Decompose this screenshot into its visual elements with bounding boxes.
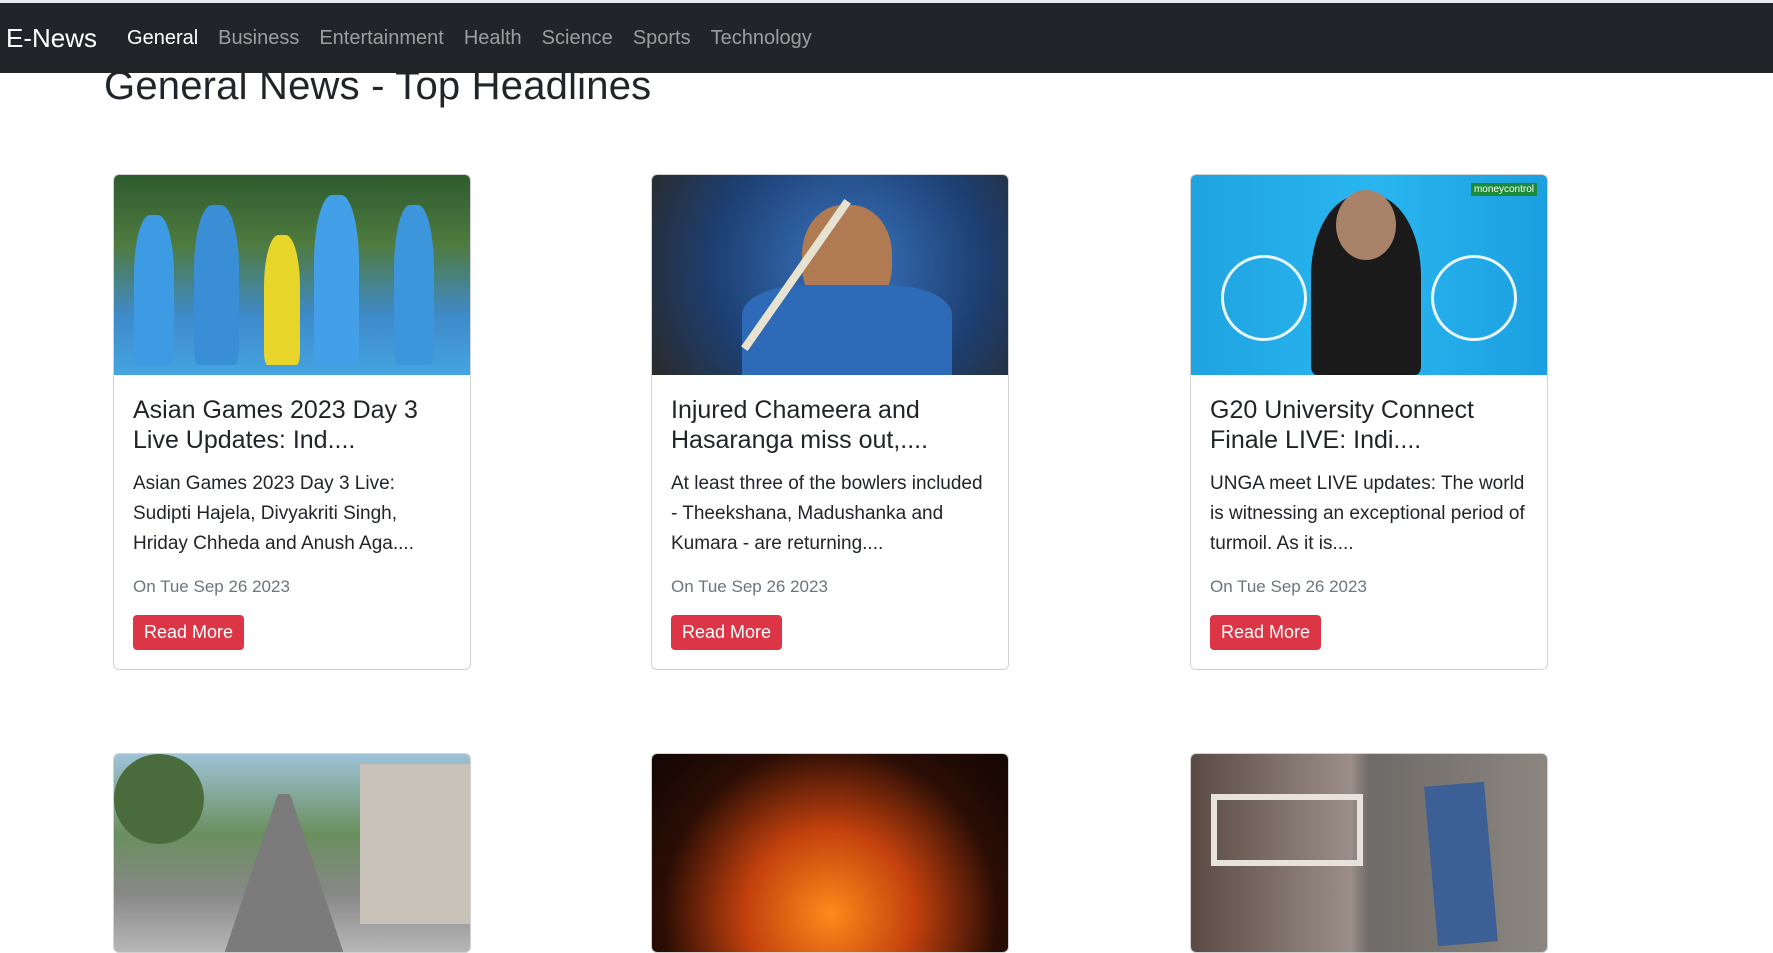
watermark-label: moneycontrol	[1470, 183, 1537, 196]
news-card-date: On Tue Sep 26 2023	[1210, 577, 1367, 596]
nav-link-technology[interactable]: Technology	[711, 27, 812, 50]
brand-logo[interactable]: E-News	[6, 23, 97, 54]
news-card-description: UNGA meet LIVE updates: The world is wit…	[1210, 473, 1525, 554]
nav-link-sports[interactable]: Sports	[633, 27, 691, 50]
news-card: moneycontrol G20 University Connect Fina…	[1190, 174, 1548, 670]
news-card-image[interactable]	[114, 754, 470, 952]
read-more-button[interactable]: Read More	[133, 615, 245, 650]
nav-link-science[interactable]: Science	[542, 27, 613, 50]
news-card-date: On Tue Sep 26 2023	[133, 577, 290, 596]
news-card-body: Asian Games 2023 Day 3 Live Updates: Ind…	[114, 375, 470, 669]
news-card-image[interactable]	[652, 175, 1008, 375]
news-card-title: G20 University Connect Finale LIVE: Indi…	[1210, 396, 1475, 454]
read-more-button[interactable]: Read More	[671, 615, 783, 650]
read-more-button[interactable]: Read More	[1210, 615, 1322, 650]
news-card-body: G20 University Connect Finale LIVE: Indi…	[1191, 375, 1547, 669]
news-card-image[interactable]	[1191, 754, 1547, 952]
un-emblem-icon	[1431, 255, 1517, 341]
news-card: Asian Games 2023 Day 3 Live Updates: Ind…	[113, 174, 471, 670]
page-title: General News - Top Headlines	[104, 64, 652, 108]
news-card	[651, 753, 1009, 953]
news-card-image[interactable]: moneycontrol	[1191, 175, 1547, 375]
nav-link-entertainment[interactable]: Entertainment	[319, 27, 444, 50]
news-card-description: At least three of the bowlers included -…	[671, 473, 983, 554]
news-card-body: Injured Chameera and Hasaranga miss out,…	[652, 375, 1008, 669]
navbar: E-News General Business Entertainment He…	[0, 3, 1773, 73]
news-card	[113, 753, 471, 953]
news-card	[1190, 753, 1548, 953]
news-card-description: Asian Games 2023 Day 3 Live: Sudipti Haj…	[133, 473, 414, 554]
news-card-date: On Tue Sep 26 2023	[671, 577, 828, 596]
nav-link-general[interactable]: General	[127, 27, 198, 50]
news-card-title: Asian Games 2023 Day 3 Live Updates: Ind…	[133, 396, 418, 454]
news-card-title: Injured Chameera and Hasaranga miss out,…	[671, 396, 929, 454]
un-emblem-icon	[1221, 255, 1307, 341]
nav-link-health[interactable]: Health	[464, 27, 522, 50]
news-card: Injured Chameera and Hasaranga miss out,…	[651, 174, 1009, 670]
news-card-image[interactable]	[114, 175, 470, 375]
news-card-image[interactable]	[652, 754, 1008, 952]
nav-link-business[interactable]: Business	[218, 27, 299, 50]
nav-links: General Business Entertainment Health Sc…	[127, 27, 832, 50]
